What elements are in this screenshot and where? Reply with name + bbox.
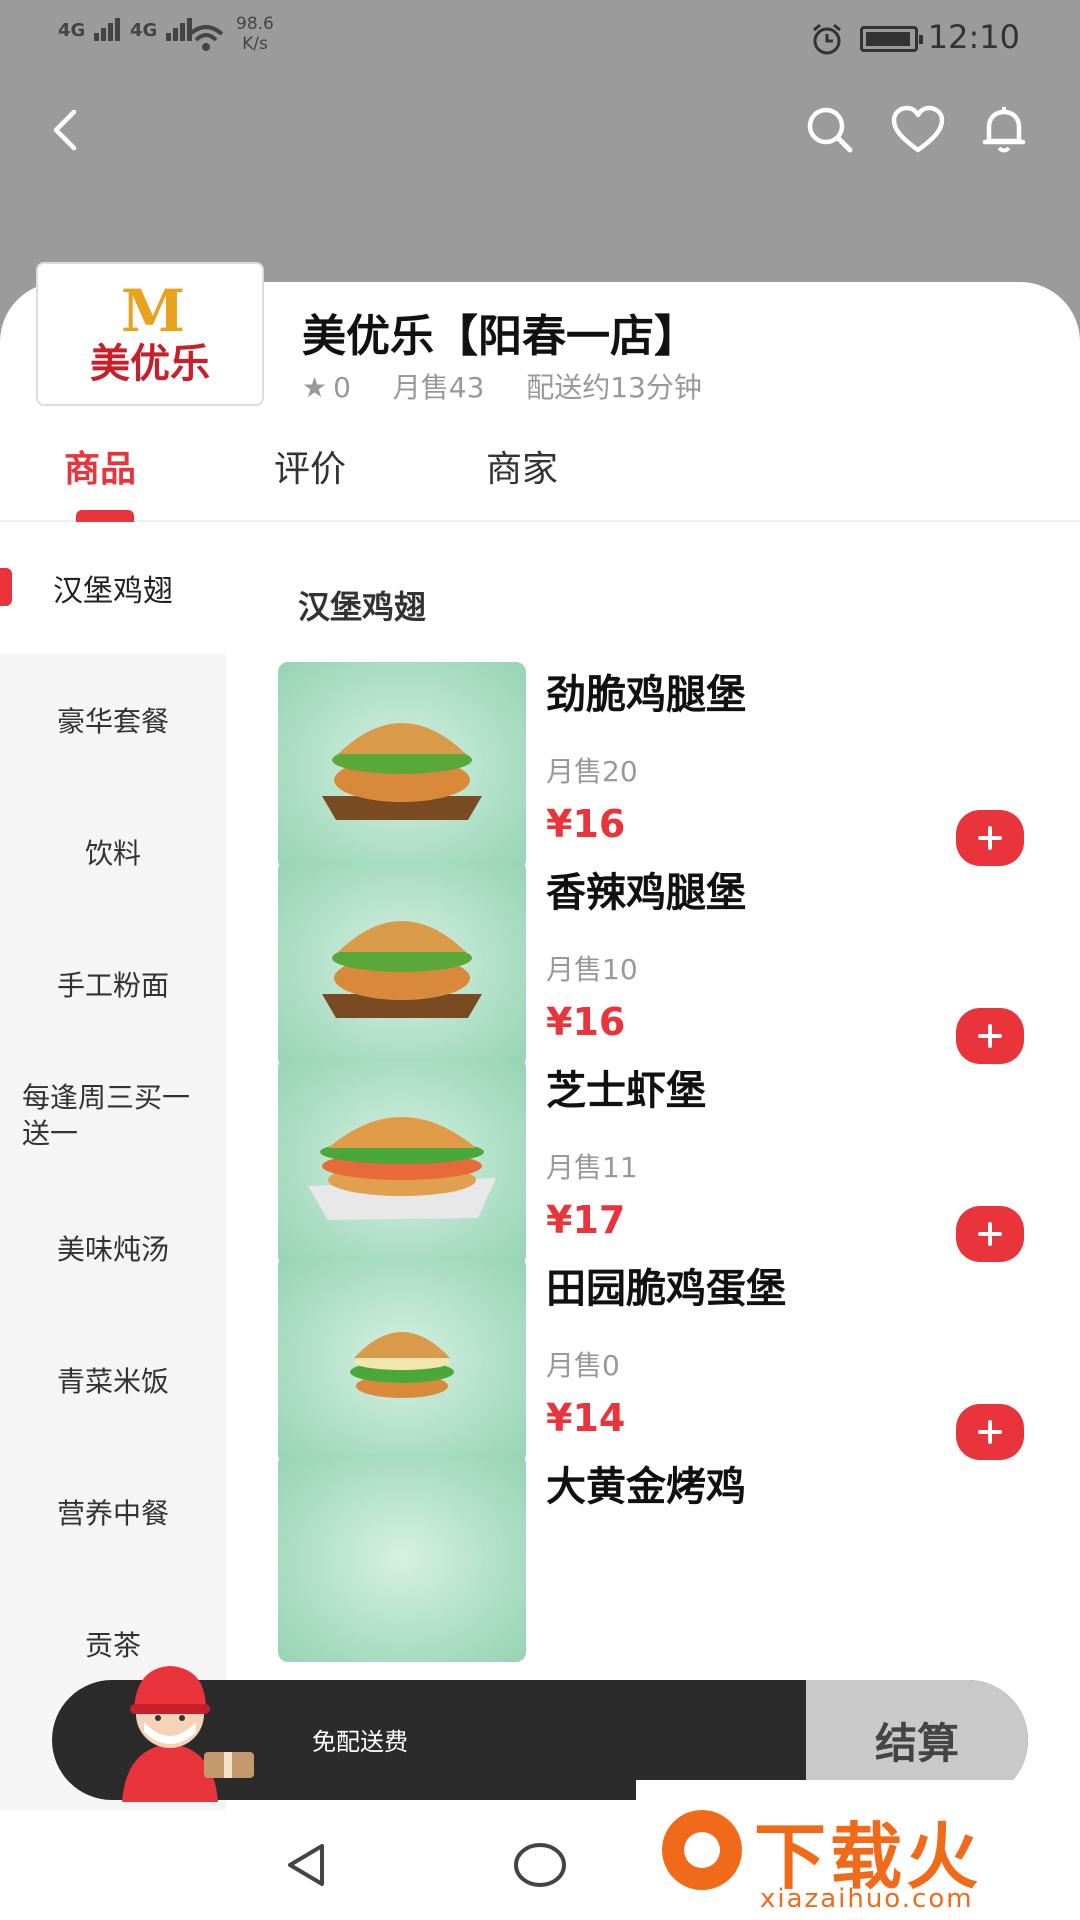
product-name: 劲脆鸡腿堡 (546, 672, 746, 718)
bell-icon (982, 107, 1026, 153)
product-image (278, 860, 526, 1068)
logo-mark: M (120, 277, 185, 345)
product-price: ¥17 (546, 1198, 626, 1242)
product-price: ¥14 (546, 1396, 626, 1440)
active-tab-indicator (76, 510, 134, 522)
product-item[interactable]: 芝士虾堡 月售11 ¥17 (278, 1058, 1038, 1268)
speed-value: 98.6 (236, 14, 274, 34)
shop-meta: ★ 0 月售43 配送约13分钟 (302, 366, 702, 406)
product-image (278, 1256, 526, 1464)
category-label: 每逢周三买一送一 (22, 1081, 191, 1150)
product-price: ¥16 (546, 1000, 626, 1044)
clock: 12:10 (927, 18, 1020, 56)
tab-reviews[interactable]: 评价 (274, 440, 346, 492)
watermark-logo-icon (662, 1810, 742, 1890)
product-image (278, 1454, 526, 1662)
nav-back-icon[interactable] (282, 1840, 332, 1890)
nav-home-icon[interactable] (512, 1840, 568, 1890)
category-label: 营养中餐 (56, 1497, 169, 1530)
network-type-label: 4G (58, 20, 86, 41)
tab-merchant[interactable]: 商家 (486, 440, 558, 492)
category-item[interactable]: 每逢周三买一送一 (0, 1050, 226, 1182)
signal-icon: 4G (58, 18, 122, 41)
tab-bar: 商品 评价 商家 (0, 430, 1080, 522)
search-button[interactable] (800, 100, 860, 160)
category-item[interactable]: 手工粉面 (0, 918, 226, 1050)
status-bar: 4G 4G 98.6 K/s 12:10 (0, 0, 1080, 80)
category-label: 青菜米饭 (56, 1365, 169, 1398)
shop-delivery-time: 配送约13分钟 (526, 371, 702, 404)
product-name: 大黄金烤鸡 (546, 1464, 746, 1510)
product-sales: 月售0 (546, 1349, 620, 1382)
category-item[interactable]: 汉堡鸡翅 (0, 522, 226, 654)
shop-rating: 0 (333, 371, 351, 404)
add-to-cart-button[interactable] (956, 1404, 1024, 1460)
category-item[interactable]: 青菜米饭 (0, 1314, 226, 1446)
product-sales: 月售20 (546, 755, 638, 788)
active-category-indicator (0, 568, 12, 606)
shop-name: 美优乐【阳春一店】 (302, 311, 698, 362)
logo-text: 美优乐 (90, 341, 210, 387)
delivery-fee-label: 免配送费 (312, 1728, 408, 1756)
product-sales: 月售10 (546, 953, 638, 986)
category-item[interactable]: 饮料 (0, 786, 226, 918)
plus-icon (978, 1420, 1002, 1444)
network-type-label: 4G (130, 20, 158, 41)
category-label: 手工粉面 (56, 969, 169, 1002)
product-item[interactable]: 香辣鸡腿堡 月售10 ¥16 (278, 860, 1038, 1070)
category-label: 豪华套餐 (56, 705, 169, 738)
watermark-url: xiazaihuo.com (760, 1884, 974, 1914)
product-sales: 月售11 (546, 1151, 638, 1184)
product-name: 芝士虾堡 (546, 1068, 706, 1114)
favorite-button[interactable] (888, 100, 948, 160)
shop-monthly-sales: 月售43 (392, 371, 485, 404)
category-item[interactable]: 营养中餐 (0, 1446, 226, 1578)
product-item[interactable]: 大黄金烤鸡 (278, 1454, 1038, 1664)
courier-icon (122, 1666, 254, 1802)
star-icon: ★ (302, 371, 328, 404)
product-price: ¥16 (546, 802, 626, 846)
product-name: 田园脆鸡蛋堡 (546, 1266, 786, 1312)
notification-button[interactable] (974, 100, 1034, 160)
product-name: 香辣鸡腿堡 (546, 870, 746, 916)
plus-icon (978, 1222, 1002, 1246)
category-label: 美味炖汤 (56, 1233, 169, 1266)
category-item[interactable]: 美味炖汤 (0, 1182, 226, 1314)
product-item[interactable]: 劲脆鸡腿堡 月售20 ¥16 (278, 662, 1038, 872)
network-speed: 98.6 K/s (236, 14, 274, 54)
signal-icon: 4G (130, 18, 194, 41)
speed-unit: K/s (242, 34, 268, 54)
add-to-cart-button[interactable] (956, 1008, 1024, 1064)
add-to-cart-button[interactable] (956, 810, 1024, 866)
product-item[interactable]: 田园脆鸡蛋堡 月售0 ¥14 (278, 1256, 1038, 1466)
section-title: 汉堡鸡翅 (298, 588, 427, 626)
heart-icon (891, 105, 945, 153)
product-image (278, 1058, 526, 1266)
wifi-icon (188, 25, 224, 51)
category-label: 汉堡鸡翅 (53, 574, 173, 609)
chevron-left-icon (53, 109, 77, 151)
category-label: 饮料 (84, 837, 141, 870)
battery-icon (860, 26, 923, 52)
product-image (278, 662, 526, 870)
back-button[interactable] (36, 100, 96, 160)
watermark: 下载火 xiazaihuo.com (636, 1780, 1080, 1920)
plus-icon (978, 826, 1002, 850)
tab-products[interactable]: 商品 (64, 440, 136, 492)
search-icon (807, 107, 853, 153)
category-item[interactable]: 豪华套餐 (0, 654, 226, 786)
alarm-icon (813, 23, 841, 55)
shop-logo: M 美优乐 (36, 262, 264, 406)
plus-icon (978, 1024, 1002, 1048)
add-to-cart-button[interactable] (956, 1206, 1024, 1262)
